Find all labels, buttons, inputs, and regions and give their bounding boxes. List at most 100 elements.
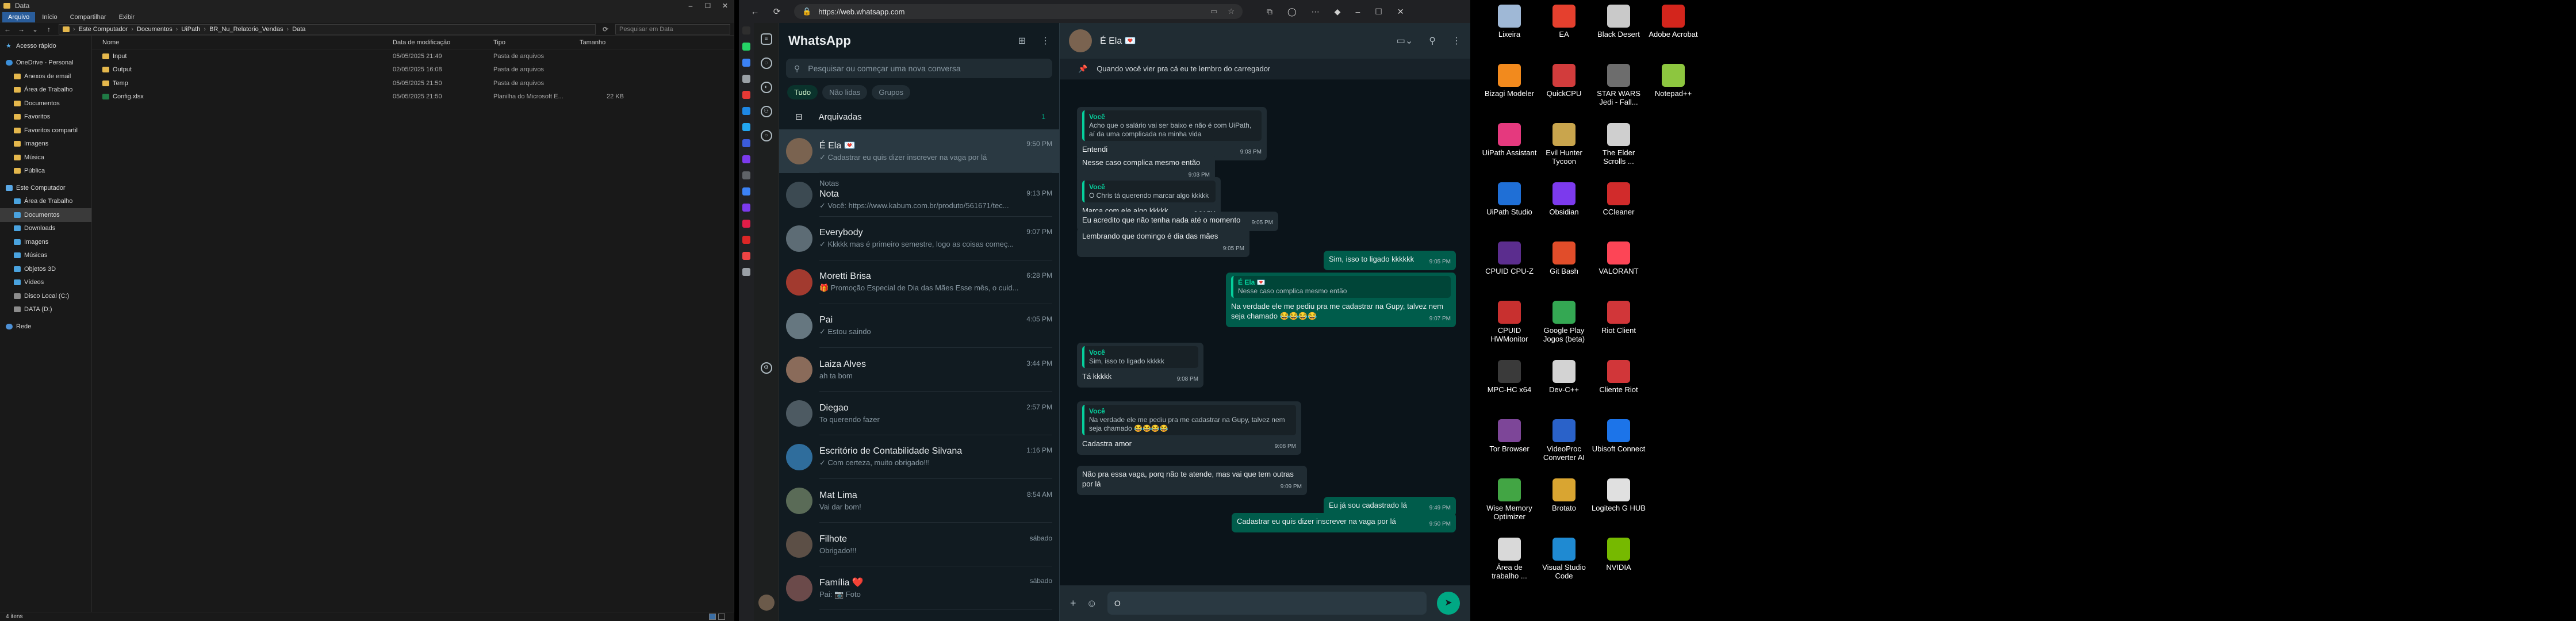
meta-ai-icon[interactable]: ○ xyxy=(760,130,772,141)
desktop-shortcut[interactable]: Brotato xyxy=(1536,478,1592,512)
address-bar[interactable]: › Este Computador › Documentos › UiPath … xyxy=(59,24,596,34)
chat-list-item[interactable]: Laiza Alves 3:44 PM ah ta bom xyxy=(779,348,1059,392)
sidebar-app-icon[interactable] xyxy=(742,268,750,276)
nav-item[interactable]: ★ Acesso rápido xyxy=(0,39,91,53)
maximize-icon[interactable]: ☐ xyxy=(1375,7,1382,17)
desktop-shortcut[interactable]: Logitech G HUB xyxy=(1591,478,1646,512)
desktop-shortcut[interactable]: Visual Studio Code xyxy=(1536,538,1592,580)
chat-list-item[interactable]: Mat Lima 8:54 AM Vai dar bom! xyxy=(779,479,1059,523)
minimize-icon[interactable]: – xyxy=(682,2,699,10)
message-bubble[interactable]: É Ela 💌 Nesse caso complica mesmo então Na… xyxy=(1226,273,1456,327)
desktop-shortcut[interactable]: Wise Memory Optimizer xyxy=(1482,478,1537,521)
maximize-icon[interactable]: ☐ xyxy=(699,2,716,10)
more-menu-icon[interactable]: ⋯ xyxy=(1312,7,1320,17)
nav-item[interactable]: Disco Local (C:) xyxy=(0,289,91,303)
sidebar-app-icon[interactable] xyxy=(742,252,750,260)
send-icon[interactable]: ➤ xyxy=(1437,592,1460,615)
sidebar-app-icon[interactable] xyxy=(742,187,750,195)
sidebar-app-icon[interactable] xyxy=(742,139,750,147)
sidebar-app-icon[interactable] xyxy=(742,123,750,131)
filter-nao-lidas[interactable]: Não lidas xyxy=(822,85,868,99)
nav-item[interactable]: Downloads xyxy=(0,222,91,236)
url-text[interactable]: https://web.whatsapp.com xyxy=(818,7,904,16)
quoted-message[interactable]: Você Sim, isso to ligado kkkkk xyxy=(1082,346,1198,368)
message-bubble[interactable]: Sim, isso to ligado kkkkkk 9:05 PM xyxy=(1324,251,1456,270)
tab-inicio[interactable]: Início xyxy=(36,12,63,22)
profile-icon[interactable]: ◯ xyxy=(1287,7,1297,17)
desktop-shortcut[interactable]: Riot Client xyxy=(1591,301,1646,335)
minimize-icon[interactable]: – xyxy=(1355,7,1360,17)
quoted-message[interactable]: Você Na verdade ele me pediu pra me cadas… xyxy=(1082,405,1296,435)
message-bubble[interactable]: Cadastrar eu quis dizer inscrever na vag… xyxy=(1232,513,1456,532)
tab-compartilhar[interactable]: Compartilhar xyxy=(64,12,112,22)
emoji-icon[interactable]: ☺ xyxy=(1087,597,1097,610)
nav-item[interactable]: Música xyxy=(0,151,91,164)
nav-item[interactable]: Anexos de email xyxy=(0,70,91,83)
menu-icon[interactable]: ⋮ xyxy=(1041,35,1050,47)
desktop-shortcut[interactable]: UiPath Studio xyxy=(1482,182,1537,216)
chat-list-item[interactable]: É Ela 💌 9:50 PM ✓ Cadastrar eu quis dizer … xyxy=(779,129,1059,173)
nav-item[interactable]: Vídeos xyxy=(0,276,91,290)
desktop-shortcut[interactable]: Cliente Riot xyxy=(1591,360,1646,394)
chat-list-item[interactable]: Escritório de Contabilidade Silvana 1:16 … xyxy=(779,435,1059,479)
breadcrumb-item[interactable]: Este Computador xyxy=(79,26,128,33)
chat-list-item[interactable]: Diegao 2:57 PM To querendo fazer xyxy=(779,392,1059,435)
desktop-shortcut[interactable]: Black Desert xyxy=(1591,5,1646,39)
search-input[interactable]: ⚲ Pesquisar ou começar uma nova conversa xyxy=(786,59,1052,78)
breadcrumb-item[interactable]: Documentos xyxy=(137,26,172,33)
address-bar[interactable]: 🔒 https://web.whatsapp.com ▭ ☆ xyxy=(794,4,1243,19)
message-bubble[interactable]: Você Sim, isso to ligado kkkkk Tá kkkkk 9:0… xyxy=(1077,343,1203,388)
nav-item[interactable]: Favoritos xyxy=(0,110,91,124)
sidebar-app-icon[interactable] xyxy=(742,91,750,99)
desktop-shortcut[interactable]: VALORANT xyxy=(1591,241,1646,275)
nav-item[interactable]: Objetos 3D xyxy=(0,262,91,276)
desktop-shortcut[interactable]: UiPath Assistant xyxy=(1482,123,1537,157)
chat-list-item[interactable]: Notas Nota 9:13 PM ✓ Você: https://www.kabu… xyxy=(779,173,1059,217)
column-header-name[interactable]: Nome xyxy=(92,39,382,46)
close-icon[interactable]: ✕ xyxy=(1397,7,1404,17)
chat-list-item[interactable]: Moretti Brisa 6:28 PM 🎁 Promoção Especial … xyxy=(779,260,1059,304)
desktop-shortcut[interactable]: VideoProc Converter AI xyxy=(1536,419,1592,462)
message-input[interactable]: O xyxy=(1107,592,1427,615)
desktop-shortcut[interactable]: QuickCPU xyxy=(1536,64,1592,98)
desktop-shortcut[interactable]: Bizagi Modeler xyxy=(1482,64,1537,98)
chat-list-item[interactable]: Pai 4:05 PM ✓ Estou saindo xyxy=(779,304,1059,348)
menu-icon[interactable]: ⋮ xyxy=(1452,35,1461,47)
refresh-icon[interactable]: ⟳ xyxy=(772,6,781,17)
favorite-star-icon[interactable]: ☆ xyxy=(1228,7,1235,16)
profile-avatar[interactable] xyxy=(758,595,775,611)
column-header-size[interactable]: Tamanho xyxy=(569,39,624,46)
sidebar-app-icon[interactable] xyxy=(742,26,750,34)
settings-icon[interactable]: ⚙ xyxy=(760,362,772,374)
file-row[interactable]: Output 02/05/2025 16:08 Pasta de arquivos xyxy=(92,63,734,77)
desktop-shortcut[interactable]: Lixeira xyxy=(1482,5,1537,39)
large-icons-view-icon[interactable] xyxy=(718,614,725,620)
nav-item[interactable]: Área de Trabalho xyxy=(0,195,91,209)
search-input[interactable]: Pesquisar em Data xyxy=(615,24,730,34)
archived-row[interactable]: ⊟ Arquivadas 1 xyxy=(779,104,1059,129)
chats-icon[interactable]: ≡ xyxy=(760,33,772,45)
sidebar-app-icon[interactable] xyxy=(742,43,750,51)
details-view-icon[interactable] xyxy=(709,614,716,620)
nav-item[interactable]: Área de Trabalho xyxy=(0,83,91,97)
sidebar-app-icon[interactable] xyxy=(742,220,750,228)
close-icon[interactable]: ✕ xyxy=(716,2,734,10)
desktop-shortcut[interactable]: Tor Browser xyxy=(1482,419,1537,453)
video-call-icon[interactable]: ▭⌄ xyxy=(1397,35,1413,47)
desktop-shortcut[interactable]: Git Bash xyxy=(1536,241,1592,275)
forward-arrow-icon[interactable]: → xyxy=(17,25,25,33)
nav-item[interactable]: Rede xyxy=(0,320,91,334)
desktop-shortcut[interactable]: Área de trabalho ... xyxy=(1482,538,1537,580)
desktop-shortcut[interactable]: CPUID HWMonitor xyxy=(1482,301,1537,343)
pinned-message[interactable]: 📌 Quando você vier pra cá eu te lembro d… xyxy=(1060,59,1470,79)
message-bubble[interactable]: Você Acho que o salário vai ser baixo e n… xyxy=(1077,107,1267,160)
refresh-icon[interactable]: ⟳ xyxy=(601,25,610,33)
copilot-icon[interactable]: ◆ xyxy=(1335,7,1341,17)
sidebar-app-icon[interactable] xyxy=(742,204,750,212)
desktop-shortcut[interactable]: Adobe Acrobat xyxy=(1646,5,1701,39)
breadcrumb-item[interactable]: UiPath xyxy=(181,26,200,33)
sidebar-app-icon[interactable] xyxy=(742,155,750,163)
quoted-message[interactable]: Você Acho que o salário vai ser baixo e n… xyxy=(1082,110,1262,141)
back-icon[interactable]: ← xyxy=(750,7,760,17)
nav-item[interactable]: Documentos xyxy=(0,208,91,222)
